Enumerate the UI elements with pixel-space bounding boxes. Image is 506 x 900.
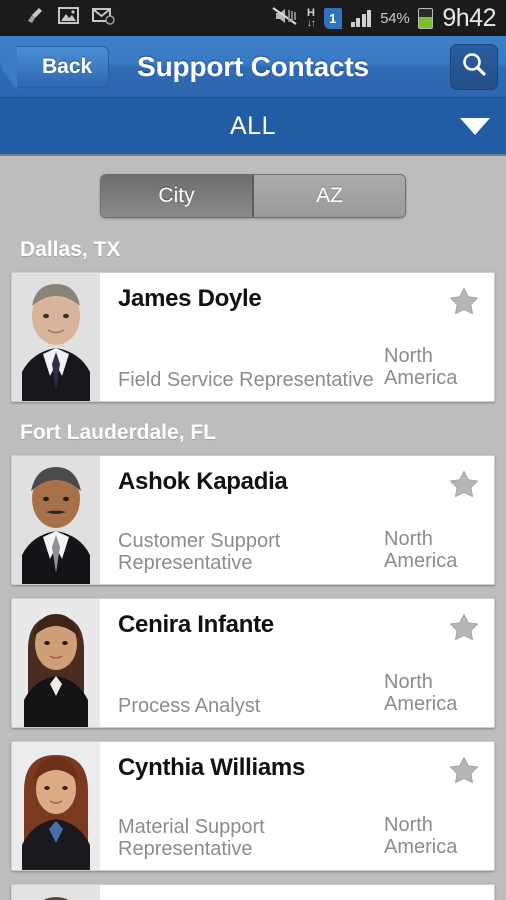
favorite-star-icon[interactable] (448, 611, 480, 643)
contact-job-title: Field Service Representative (118, 368, 374, 391)
contact-job-title: Process Analyst (118, 694, 261, 717)
sim-badge-icon: 1 (323, 7, 342, 29)
contact-region: North America (384, 528, 458, 572)
favorite-star-icon[interactable] (448, 468, 480, 500)
contact-name: James Doyle (118, 285, 262, 312)
filter-dropdown[interactable]: ALL (0, 98, 506, 156)
segment-az[interactable]: AZ (252, 175, 405, 217)
contact-region: North America (384, 671, 458, 715)
contact-card-cenira-infante[interactable]: Cenira Infante Process Analyst North Ame… (11, 598, 495, 728)
broom-icon (26, 6, 45, 30)
clock-label: 9h42 (442, 3, 496, 32)
segmented-control-wrap: City AZ (0, 156, 506, 232)
avatar (12, 273, 100, 401)
contact-job-title: Customer Support Representative (118, 530, 281, 574)
avatar (12, 456, 100, 584)
contact-info: Cynthia Williams Material Support Repres… (100, 742, 494, 870)
contact-region: North America (384, 814, 458, 858)
contact-job-title: Material Support Representative (118, 816, 265, 860)
contact-info: Ashok Kapadia Customer Support Represent… (100, 456, 494, 584)
status-bar: H ↓↑ 1 54% 9h42 (0, 0, 506, 36)
image-icon (58, 6, 79, 30)
contact-name: Cynthia Williams (118, 754, 306, 781)
contact-card-cynthia-williams[interactable]: Cynthia Williams Material Support Repres… (11, 741, 495, 871)
section-header-dallas: Dallas, TX (20, 238, 121, 261)
section-header-fort-lauderdale: Fort Lauderdale, FL (20, 421, 217, 444)
back-button[interactable]: Back (0, 45, 110, 90)
favorite-star-icon[interactable] (448, 285, 480, 317)
contact-card-james-doyle[interactable]: James Doyle Field Service Representative… (11, 272, 495, 402)
sort-segmented-control[interactable]: City AZ (100, 174, 406, 218)
hspa-data-icon: H ↓↑ (306, 6, 316, 29)
contact-info: Cenira Infante Process Analyst North Ame… (100, 599, 494, 727)
contact-name: Ashok Kapadia (118, 468, 288, 495)
battery-percent-label: 54% (380, 9, 410, 27)
avatar (12, 599, 100, 727)
avatar (12, 885, 100, 900)
status-left-icons (26, 6, 115, 30)
search-button[interactable] (450, 43, 498, 90)
status-right-icons: H ↓↑ 1 54% 9h42 (272, 4, 496, 33)
contact-info: James Doyle Field Service Representative… (100, 273, 494, 401)
favorite-star-icon[interactable] (448, 754, 480, 786)
contact-name: Cenira Infante (118, 611, 274, 638)
filter-selected-label: ALL (230, 111, 276, 140)
title-bar: Back Support Contacts (0, 36, 506, 98)
signal-icon (350, 9, 372, 27)
segment-city[interactable]: City (101, 175, 252, 217)
battery-icon (418, 7, 434, 29)
contact-card-ashok-kapadia[interactable]: Ashok Kapadia Customer Support Represent… (11, 455, 495, 585)
contact-region: North America (384, 345, 458, 389)
search-icon (460, 50, 488, 83)
chevron-down-icon (460, 117, 490, 135)
contact-info (100, 885, 494, 900)
contact-card-partial-next[interactable] (11, 884, 495, 900)
hspa-letter: H (307, 6, 315, 19)
email-icon (92, 6, 115, 30)
mute-vibrate-icon (272, 6, 298, 31)
avatar (12, 742, 100, 870)
hspa-arrows: ↓↑ (306, 17, 316, 29)
contact-list: Dallas, TX James Doyle Field Service Rep… (0, 232, 506, 900)
